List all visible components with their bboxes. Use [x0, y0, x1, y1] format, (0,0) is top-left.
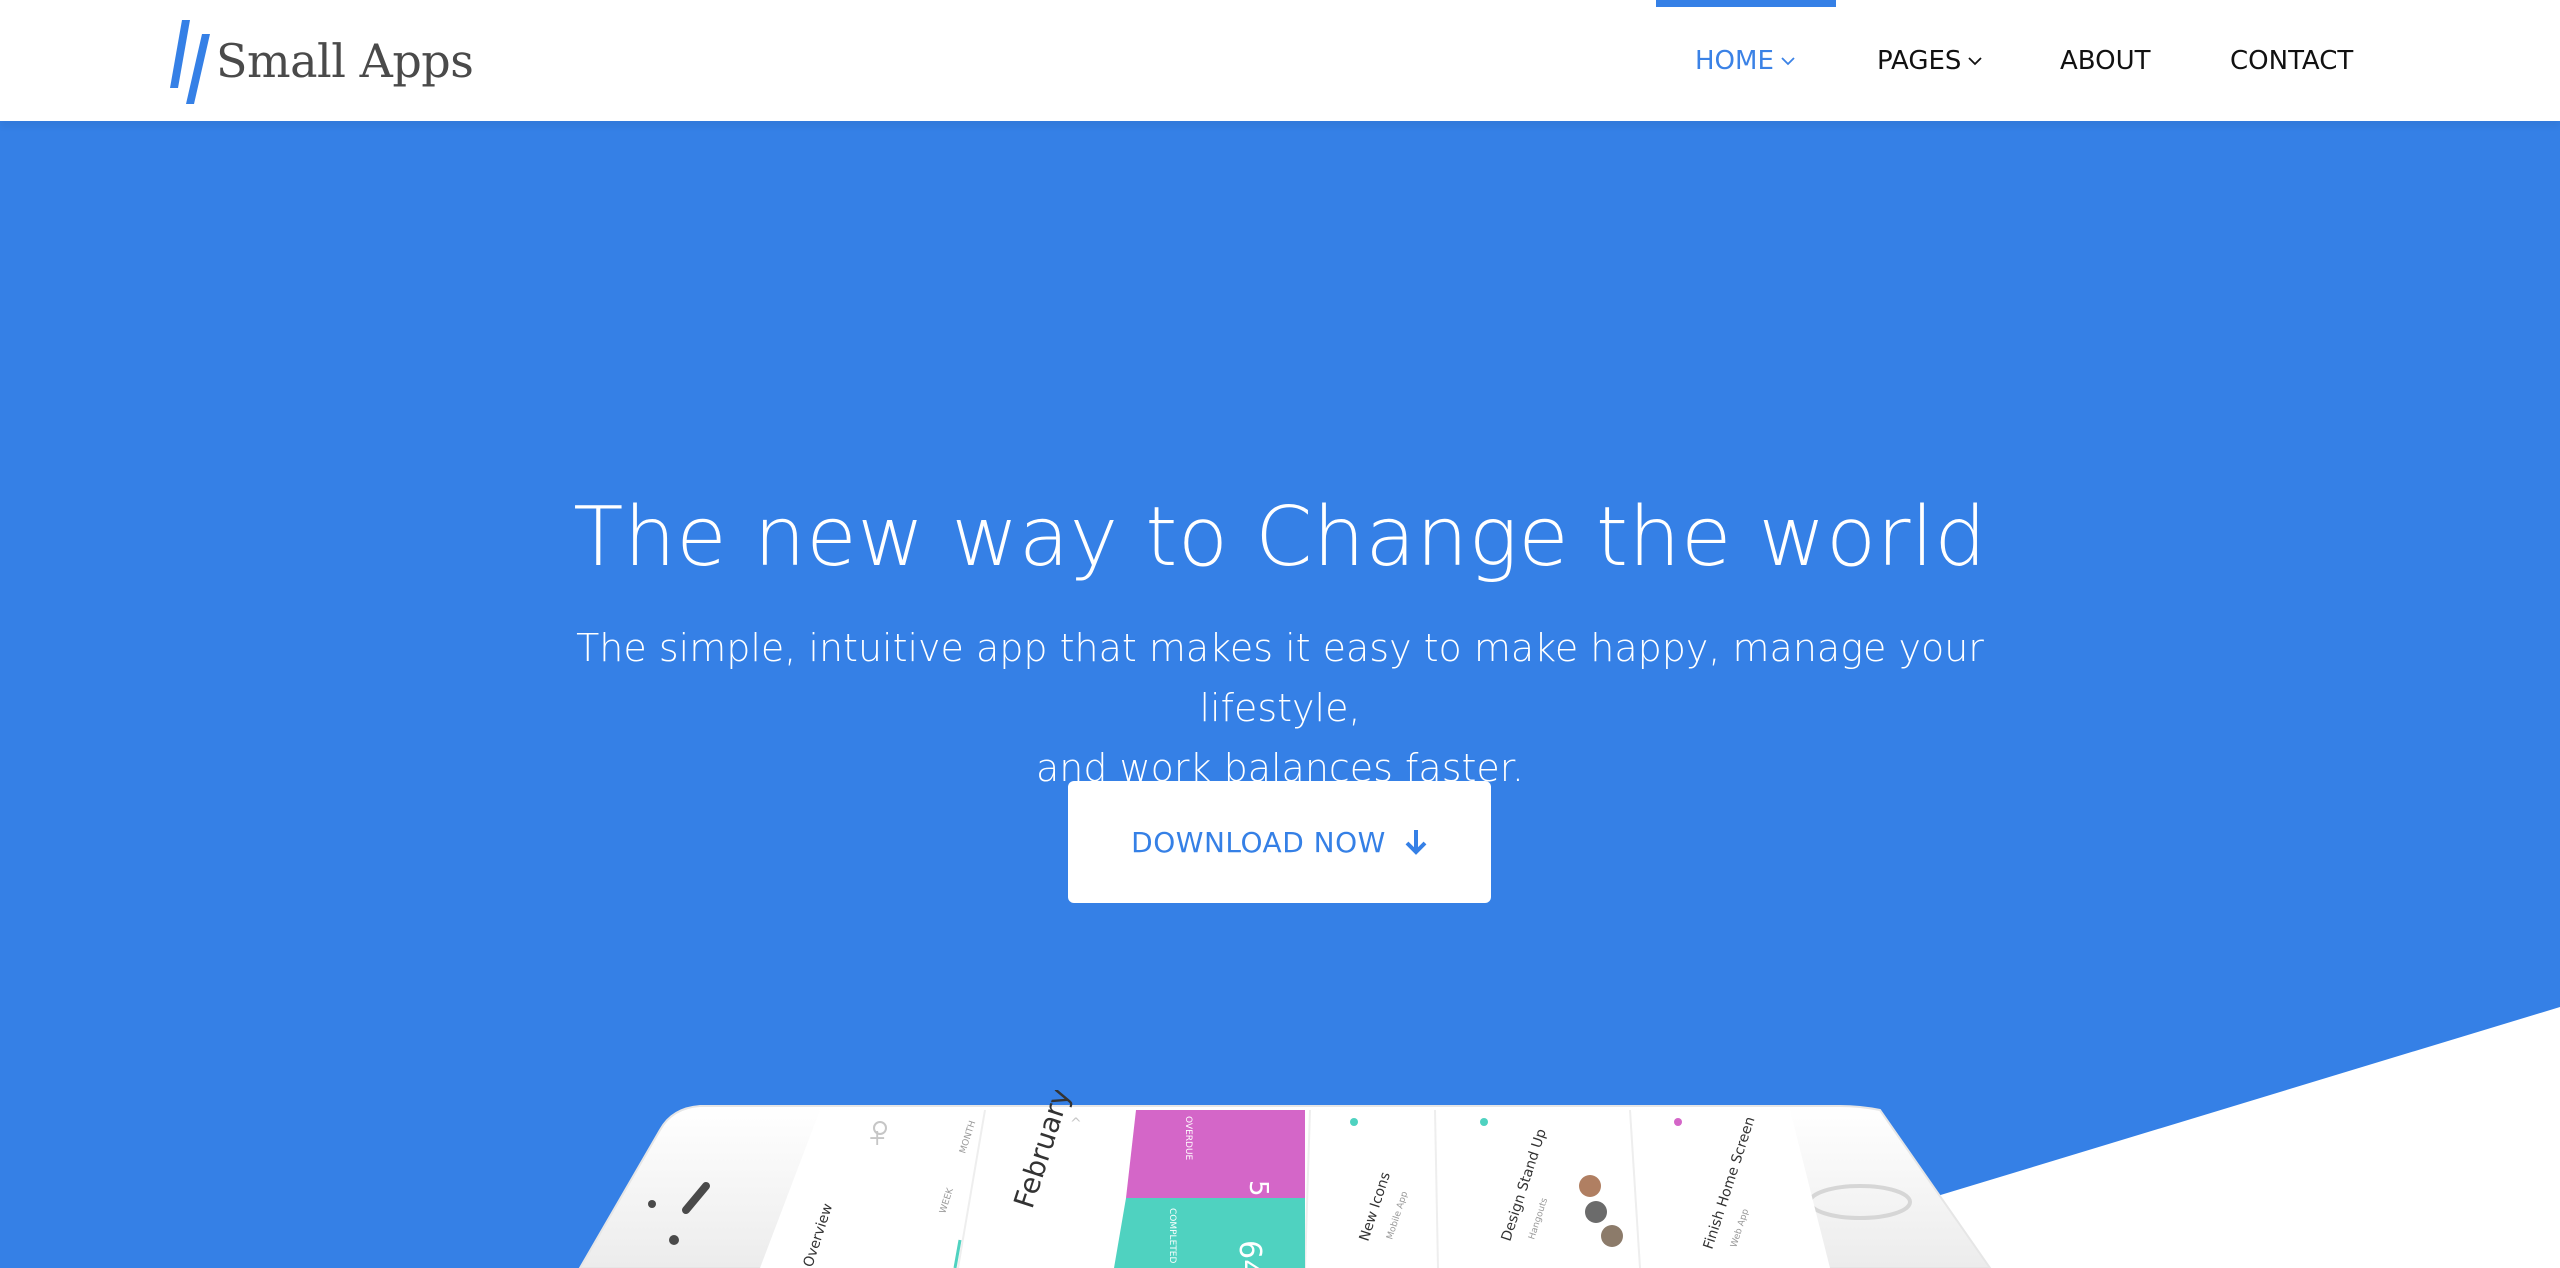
svg-text:^: ^: [1070, 1116, 1082, 1132]
logo-text: Small Apps: [216, 34, 474, 88]
phone-completed-count: 64: [1232, 1240, 1267, 1268]
chevron-down-icon: [1781, 56, 1795, 65]
site-header: Small Apps HOME PAGES ABOUT CONTACT: [0, 0, 2560, 121]
phone-overdue-count: 5: [1243, 1180, 1273, 1197]
logo[interactable]: Small Apps: [168, 14, 474, 106]
chevron-down-icon: [1968, 56, 1983, 65]
nav-about-label: ABOUT: [2060, 45, 2151, 76]
nav-contact[interactable]: CONTACT: [2230, 0, 2353, 121]
nav-home-label: HOME: [1695, 45, 1774, 76]
phone-completed-label: COMPLETED: [1167, 1208, 1177, 1263]
svg-text:+: +: [868, 1126, 886, 1151]
phone-overdue-label: OVERDUE: [1183, 1116, 1193, 1161]
hero-subtitle: The simple, intuitive app that makes it …: [530, 618, 2030, 798]
nav-about[interactable]: ABOUT: [2060, 0, 2151, 121]
arrow-down-icon: [1405, 830, 1427, 855]
nav-pages[interactable]: PAGES: [1877, 0, 1983, 121]
hero-subtitle-line-1: The simple, intuitive app that makes it …: [576, 626, 1984, 730]
nav-pages-label: PAGES: [1877, 45, 1962, 76]
phone-mockup: + ^ February 5 OVERDUE 64 COMPLETED Over…: [578, 1090, 1992, 1268]
nav-home[interactable]: HOME: [1695, 0, 1796, 121]
logo-mark-icon: [170, 20, 210, 104]
download-now-label: DOWNLOAD NOW: [1131, 825, 1386, 859]
hero-title: The new way to Change the world: [573, 490, 1987, 585]
nav-contact-label: CONTACT: [2230, 45, 2354, 76]
download-now-button[interactable]: DOWNLOAD NOW: [1068, 781, 1491, 903]
